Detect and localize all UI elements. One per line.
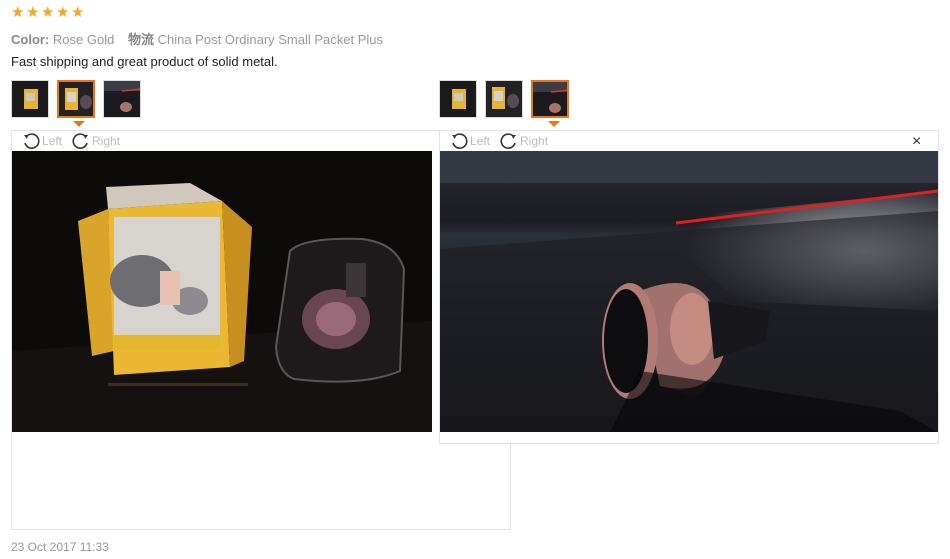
review-text: Fast shipping and great product of solid…	[11, 54, 278, 69]
product-attributes: Color: Rose Gold 物流 China Post Ordinary …	[11, 29, 383, 48]
thumbnail-3[interactable]	[531, 80, 569, 118]
star-icon: ★	[11, 4, 25, 21]
rotate-left-label: Left	[470, 134, 491, 148]
star-icon: ★	[41, 4, 55, 21]
rotate-right-label: Right	[92, 134, 121, 148]
star-icon: ★	[56, 4, 70, 21]
review-date: 23 Oct 2017 11:33	[11, 540, 109, 554]
photo-mount-box	[12, 151, 432, 432]
rotate-left-icon	[24, 133, 40, 149]
review-photo-car-mount[interactable]	[440, 151, 938, 432]
thumbnail-2[interactable]	[485, 80, 523, 118]
rotate-left-icon	[452, 133, 468, 149]
rotate-controls-left: Left Right	[22, 132, 120, 150]
color-value: Rose Gold	[52, 32, 115, 47]
thumbnail-1[interactable]	[11, 80, 49, 118]
rotate-left-button[interactable]: Left	[22, 132, 62, 150]
rotate-left-label: Left	[42, 134, 63, 148]
thumbnail-strip-right	[439, 80, 569, 118]
rotate-controls-right: Left Right	[450, 132, 548, 150]
rotate-right-button[interactable]: Right	[72, 132, 120, 150]
thumbnail-strip-left	[11, 80, 141, 118]
rotate-right-label: Right	[520, 134, 549, 148]
rotate-right-icon	[72, 133, 89, 149]
shipping-value: China Post Ordinary Small Packet Plus	[157, 32, 384, 47]
color-label: Color:	[11, 32, 50, 47]
active-thumbnail-caret	[73, 121, 85, 127]
rotate-right-button[interactable]: Right	[500, 132, 548, 150]
rotate-left-button[interactable]: Left	[450, 132, 490, 150]
active-thumbnail-caret	[548, 121, 560, 127]
close-icon[interactable]: ×	[912, 134, 921, 150]
thumbnail-2[interactable]	[57, 80, 95, 118]
photo-car-mount	[440, 151, 938, 432]
shipping-label: 物流	[127, 32, 154, 47]
star-icon: ★	[26, 4, 40, 21]
rating-stars: ★ ★ ★ ★ ★	[11, 4, 85, 21]
star-icon: ★	[71, 4, 85, 21]
review-photo-box[interactable]	[12, 151, 432, 432]
thumbnail-3[interactable]	[103, 80, 141, 118]
thumbnail-1[interactable]	[439, 80, 477, 118]
rotate-right-icon	[500, 133, 517, 149]
